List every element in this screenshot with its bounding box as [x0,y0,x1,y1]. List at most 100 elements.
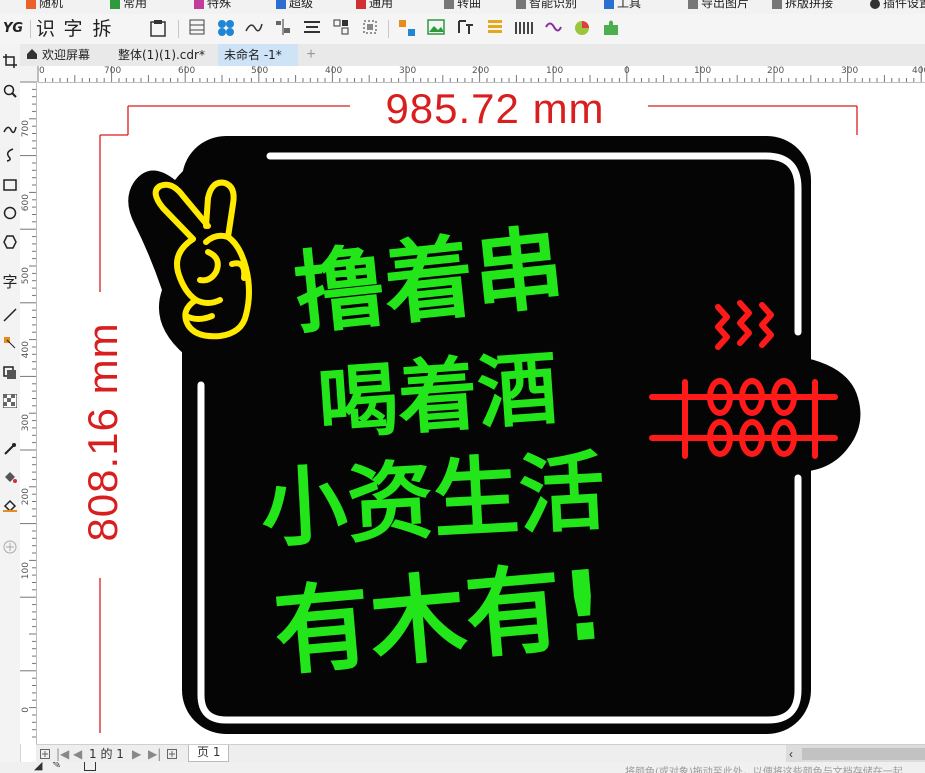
arrange-icon [333,19,349,35]
zoom-tool[interactable] [0,82,20,106]
previous-page-button[interactable]: ◀ [73,745,82,763]
page-tab-1[interactable]: 页 1 [188,745,230,762]
ellipse-tool[interactable] [0,204,20,228]
ruler-label: 200 [472,66,490,76]
crop-icon [3,54,17,68]
tab-document-1[interactable]: 整体(1)(1).cdr* [112,44,218,66]
ruler-label: 700 [21,120,31,138]
shadow-tool[interactable] [0,364,20,388]
puzzle-button[interactable] [600,19,622,39]
toolbar-separator [30,20,31,38]
color-disc-icon [575,21,589,35]
transparency-tool[interactable] [0,392,20,416]
select-button[interactable] [359,19,381,39]
crop-tool[interactable] [0,52,20,76]
layout-icon [458,20,473,34]
menu-item-general[interactable]: 通用 [356,0,393,12]
neon-line-2[interactable]: 喝着酒 [315,342,561,452]
drawing-canvas[interactable]: 985.72 mm 808.16 mm 撸着串 喝着酒 小资生活 有木有! [37,83,925,744]
color-button[interactable] [571,19,593,39]
status-bar: ◢ ✎ 将颜色(或对象)拖动至此处，以便将这些颜色与文档存储在一起 [0,762,925,773]
horizontal-scrollbar[interactable]: ‹ [786,745,925,763]
smart-fill-tool[interactable] [0,496,20,520]
rectangle-tool[interactable] [0,176,20,200]
yg-logo-button[interactable]: YG [2,19,24,39]
arrange-button[interactable] [330,19,352,39]
eyedropper-icon [4,443,16,455]
ruler-label: 600 [178,66,196,76]
tab-welcome[interactable]: 欢迎屏幕 [20,44,112,66]
image-icon [427,19,445,35]
align-button[interactable] [272,19,294,39]
export-icon [688,0,698,9]
clipboard-button[interactable] [147,19,169,39]
artistic-media-tool[interactable] [0,146,20,170]
special-icon [194,0,204,9]
list-button[interactable] [484,19,506,39]
pattern-icon [218,20,234,36]
rectangle-icon [3,179,17,191]
barcode-button[interactable] [513,19,535,39]
menu-item-split-join[interactable]: 拆版拼接 [772,0,833,12]
new-tab-button[interactable]: + [303,47,319,63]
text-button[interactable]: 字 [62,19,84,39]
scrollbar-thumb[interactable] [802,748,925,760]
fill-tool[interactable] [0,468,20,492]
menu-item-export-image[interactable]: 导出图片 [688,0,749,12]
vertical-ruler-ticks [20,82,36,738]
ruler-label: 400 [912,66,925,76]
ruler-label: 500 [21,267,31,285]
menu-item-tools[interactable]: 工具 [604,0,641,12]
ruler-label: 0 [624,66,630,76]
interactive-tool[interactable] [0,334,20,358]
table-button[interactable] [186,19,208,39]
line-tool[interactable] [0,306,20,330]
layout-button[interactable] [455,19,477,39]
recognize-button[interactable]: 识 [36,19,55,39]
neon-line-3[interactable]: 小资生活 [259,442,608,560]
link-button[interactable] [542,19,564,39]
distribute-button[interactable] [301,19,323,39]
image-button[interactable] [425,19,447,39]
menu-item-common[interactable]: 常用 [110,0,147,12]
vertical-ruler[interactable]: 700 600 500 400 300 200 100 0 [20,82,37,744]
node-button[interactable] [243,19,265,39]
outline-pen-icon[interactable]: ✎ [52,762,61,771]
menu-item-smart-recognize[interactable]: 智能识别 [516,0,577,12]
pattern-button[interactable] [215,19,237,39]
width-dimension-label: 985.72 mm [385,85,604,132]
last-page-button[interactable]: ▶| [148,745,161,763]
ellipse-icon [3,206,17,220]
menu-item-plugin-settings[interactable]: 插件设置 [870,0,925,12]
shadow-icon [3,366,16,379]
menu-item-super[interactable]: 超级 [276,0,313,12]
ruler-label: 100 [21,562,31,580]
node-icon [245,23,263,32]
ruler-label: 100 [694,66,712,76]
page-settings-button[interactable] [40,745,50,763]
freehand-tool[interactable] [0,120,20,144]
no-fill-swatch[interactable] [84,762,96,771]
horizontal-ruler[interactable]: 0 700 600 500 400 300 200 100 0 100 200 … [38,66,925,83]
fill-icon[interactable]: ◢ [34,762,42,772]
menu-item-special[interactable]: 特殊 [194,0,231,12]
tab-document-2[interactable]: 未命名 -1* [218,44,298,66]
page-navigation-bar: |◀ ◀ 1 的 1 ▶ ▶| 页 1 ‹ [36,744,925,763]
tools-icon [604,0,614,9]
split-button[interactable]: 拆 [91,19,113,39]
eyedropper-tool[interactable] [0,440,20,464]
freehand-icon [3,126,17,134]
scroll-left-icon[interactable]: ‹ [789,745,793,763]
menu-item-convert-curves[interactable]: 转曲 [444,0,481,12]
group-button[interactable] [396,19,418,39]
plugin-toolbar: YG 识 字 拆 [0,14,925,45]
first-page-button[interactable]: |◀ [56,745,69,763]
ruler-origin[interactable] [20,66,38,82]
add-page-button[interactable] [167,745,177,763]
add-tool-button[interactable] [0,538,20,562]
polygon-tool[interactable] [0,233,20,257]
neon-sign-artwork[interactable]: 985.72 mm 808.16 mm 撸着串 喝着酒 小资生活 有木有! [37,83,925,744]
text-tool[interactable]: 字 [0,270,20,294]
next-page-button[interactable]: ▶ [132,745,141,763]
menu-item-random[interactable]: 随机 [26,0,63,12]
